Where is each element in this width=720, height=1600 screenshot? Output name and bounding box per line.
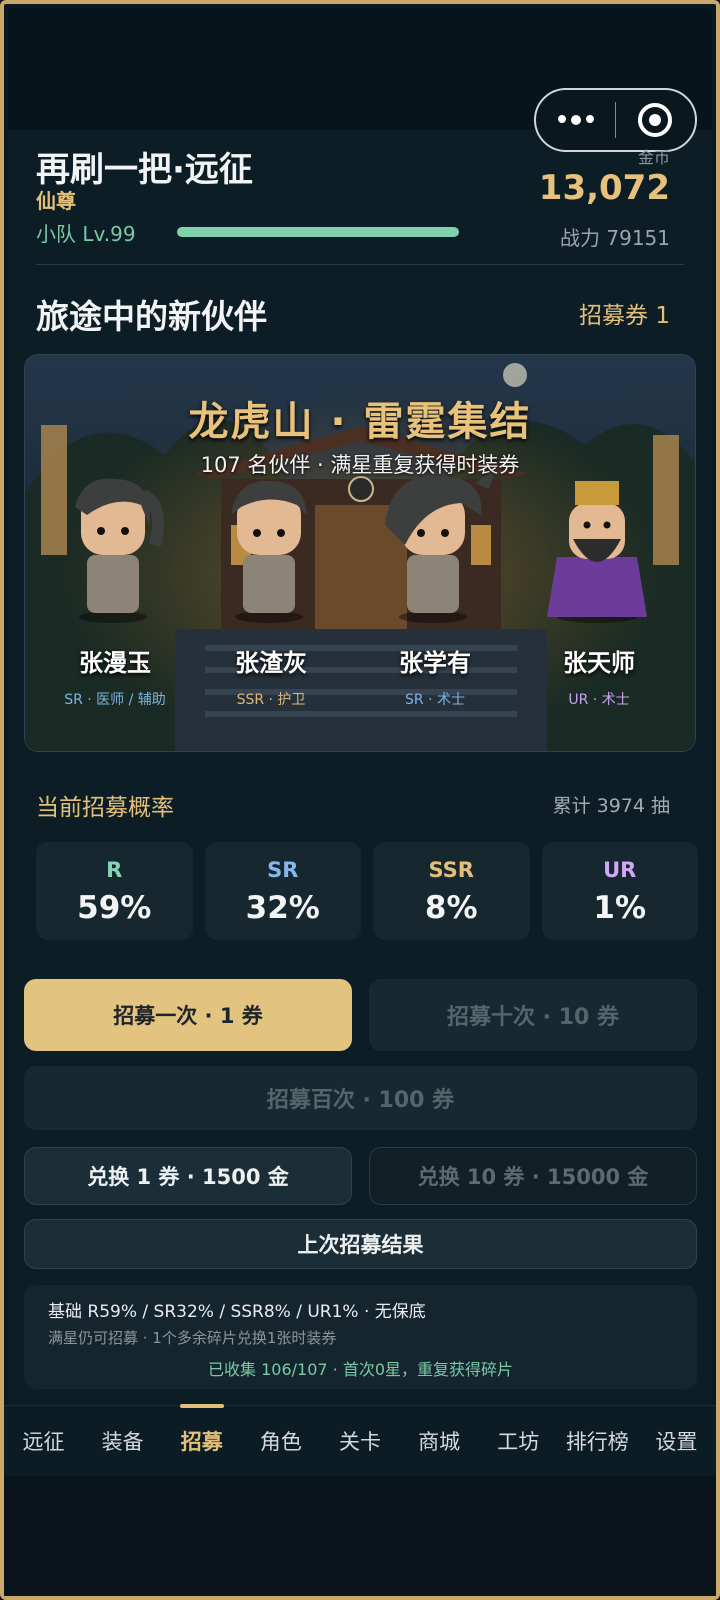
hero-role: SR · 医师 / 辅助 [64, 692, 166, 708]
recruit-once-button[interactable]: 招募一次 · 1 券 [24, 979, 352, 1051]
hero-name: 张学有 [399, 649, 471, 677]
rate-label: R [106, 858, 123, 882]
rate-label: UR [603, 858, 637, 882]
rate-percent: 8% [424, 890, 478, 926]
bottom-tab-bar: 远征 装备 招募 角色 关卡 商城 工坊 排行榜 设置 [4, 1403, 716, 1475]
info-exchange-line: 满星仍可招募 · 1个多余碎片兑换1张时装券 [48, 1329, 337, 1347]
tab-shop[interactable]: 商城 [400, 1426, 479, 1456]
power-value: 战力 79151 [560, 226, 670, 250]
hero-card[interactable]: 张天师 UR · 术士 [519, 475, 679, 745]
coin-label: 金币 [637, 148, 670, 167]
exchange-ten-button[interactable]: 兑换 10 券 · 15000 金 [369, 1147, 697, 1205]
info-rates-line: 基础 R59% / SR32% / SSR8% / UR1% · 无保底 [48, 1302, 426, 1322]
coin-value: 13,072 [538, 168, 670, 208]
level-progress-bar [177, 227, 459, 237]
header-divider [36, 264, 684, 265]
info-collection-line: 已收集 106/107 · 首次0星，重复获得碎片 [208, 1360, 513, 1379]
ticket-count: 招募券 1 [579, 303, 670, 329]
hero-role: SR · 术士 [405, 692, 465, 708]
hero-name: 张漫玉 [79, 649, 151, 677]
active-tab-indicator [179, 1403, 224, 1408]
tab-expedition[interactable]: 远征 [4, 1426, 83, 1456]
hero-card[interactable]: 张渣灰 SSR · 护卫 [191, 475, 351, 745]
close-target-icon[interactable] [616, 103, 695, 137]
rate-label: SR [267, 858, 299, 882]
hero-role: UR · 术士 [568, 692, 630, 708]
rate-cards: R 59% SR 32% SSR 8% UR 1% [36, 842, 698, 940]
rate-card-ur: UR 1% [541, 842, 698, 940]
more-dots-icon[interactable] [536, 115, 615, 125]
rate-percent: 32% [245, 890, 320, 926]
hero-name: 张天师 [563, 649, 635, 677]
tab-ranking[interactable]: 排行榜 [558, 1426, 637, 1456]
hero-name: 张渣灰 [235, 649, 307, 677]
banner-title: 龙虎山 · 雷霆集结 [188, 399, 532, 445]
tab-equipment[interactable]: 装备 [83, 1426, 162, 1456]
hero-card[interactable]: 张漫玉 SR · 医师 / 辅助 [35, 475, 195, 745]
recruit-hundred-button[interactable]: 招募百次 · 100 券 [24, 1066, 697, 1130]
tab-label: 招募 [180, 1429, 223, 1454]
recruit-banner: 龙虎山 · 雷霆集结 107 名伙伴 · 满星重复获得时装券 张漫玉 SR · … [24, 354, 696, 752]
rate-card-r: R 59% [36, 842, 193, 940]
rate-card-sr: SR 32% [204, 842, 361, 940]
hero-role: SSR · 护卫 [236, 692, 306, 708]
section-title: 旅途中的新伙伴 [36, 297, 267, 336]
mini-program-capsule [534, 88, 697, 152]
tab-settings[interactable]: 设置 [637, 1426, 716, 1456]
rate-percent: 59% [77, 890, 152, 926]
hero-card[interactable]: 张学有 SR · 术士 [355, 475, 515, 745]
info-panel: 基础 R59% / SR32% / SSR8% / UR1% · 无保底 满星仍… [24, 1285, 697, 1389]
bottom-area [4, 1476, 716, 1596]
rate-percent: 1% [593, 890, 647, 926]
tab-character[interactable]: 角色 [241, 1426, 320, 1456]
rate-title: 当前招募概率 [36, 795, 174, 821]
last-result-button[interactable]: 上次招募结果 [24, 1219, 697, 1269]
page-title: 再刷一把·远征 [36, 150, 253, 190]
tab-workshop[interactable]: 工坊 [479, 1426, 558, 1456]
rank-label: 仙尊 [36, 189, 76, 213]
tab-recruit[interactable]: 招募 [162, 1403, 241, 1456]
recruit-ten-button[interactable]: 招募十次 · 10 券 [369, 979, 697, 1051]
tab-stage[interactable]: 关卡 [320, 1426, 399, 1456]
rate-card-ssr: SSR 8% [373, 842, 530, 940]
total-draws: 累计 3974 抽 [552, 795, 670, 817]
rate-label: SSR [428, 858, 474, 882]
exchange-one-button[interactable]: 兑换 1 券 · 1500 金 [24, 1147, 352, 1205]
team-level: 小队 Lv.99 [36, 222, 136, 246]
